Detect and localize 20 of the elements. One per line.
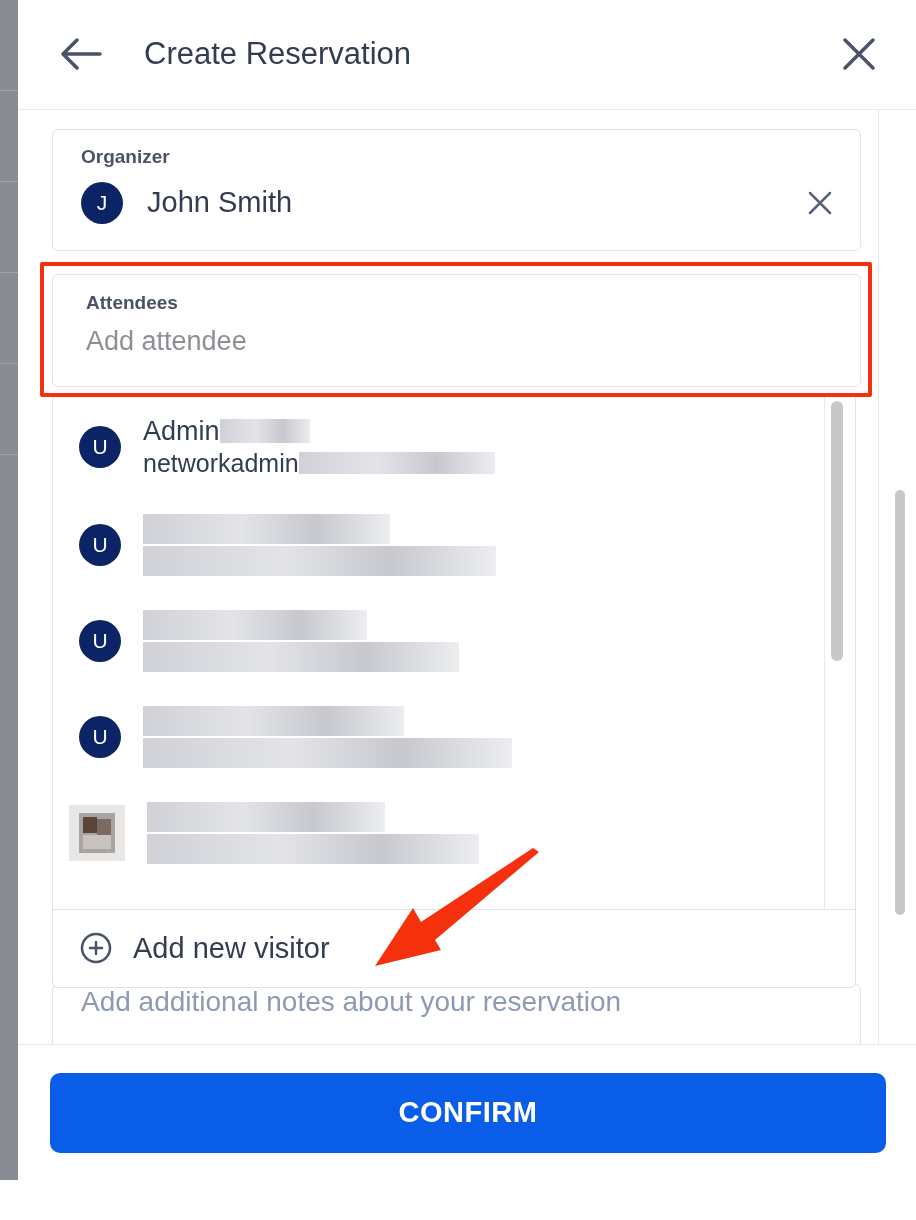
field-label: Organizer	[81, 145, 171, 168]
organizer-field[interactable]: Organizer J John Smith	[52, 128, 861, 251]
attendees-field[interactable]: Attendees Add attendee	[52, 273, 861, 387]
suggestion-item[interactable]: U	[53, 688, 824, 785]
add-visitor-button[interactable]: Add new visitor	[79, 931, 330, 966]
suggestion-item[interactable]: U	[53, 496, 824, 593]
dialog-title: Create Reservation	[144, 36, 413, 73]
avatar: U	[79, 715, 121, 758]
user-name: Admin	[143, 415, 495, 447]
field-label: Attendees	[86, 291, 179, 314]
suggestion-item[interactable]: U Admin networkadmin	[53, 396, 824, 497]
organizer-name: John Smith	[147, 186, 294, 220]
avatar: J	[81, 181, 123, 224]
avatar: U	[79, 425, 121, 468]
user-email: networkadmin	[143, 448, 495, 478]
attendee-input[interactable]: Add attendee	[86, 325, 832, 357]
suggestion-item[interactable]: U	[53, 592, 824, 689]
avatar: U	[79, 523, 121, 566]
avatar: U	[79, 619, 121, 662]
confirm-button[interactable]: CONFIRM	[50, 1072, 886, 1153]
